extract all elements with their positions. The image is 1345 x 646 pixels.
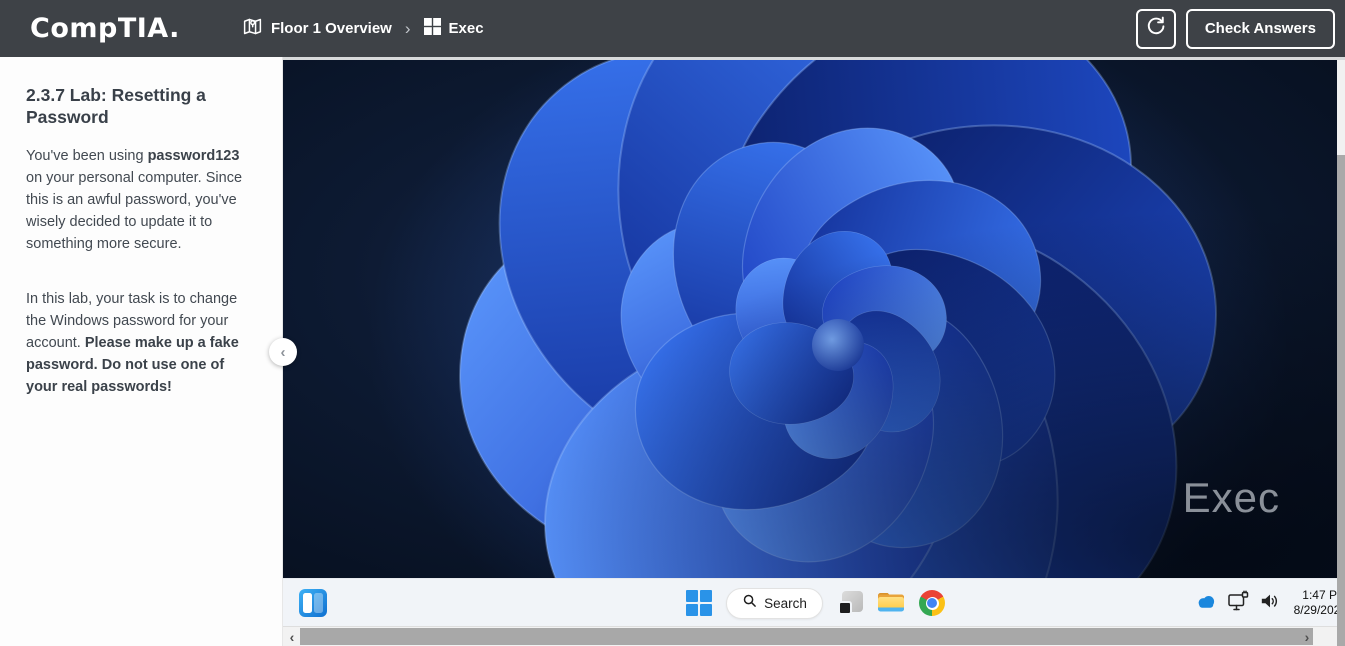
chevron-left-icon: ‹ [281, 345, 286, 360]
header-actions: Check Answers [1136, 9, 1335, 49]
widgets-icon [314, 593, 323, 613]
windows-start-icon [700, 604, 712, 616]
vertical-scrollbar-thumb[interactable] [1337, 155, 1345, 646]
chrome-button[interactable] [919, 590, 945, 616]
header-divider [283, 57, 1345, 60]
start-button[interactable] [686, 590, 712, 616]
tray-time: 1:47 PM [1302, 588, 1337, 603]
breadcrumb-exec[interactable]: Exec [424, 18, 484, 39]
windows-taskbar: Search [283, 578, 1337, 626]
lab-paragraph-2: In this lab, your task is to change the … [26, 288, 258, 398]
check-answers-label: Check Answers [1205, 20, 1316, 37]
windows-start-icon [686, 604, 698, 616]
refresh-icon [1145, 15, 1167, 42]
windows-bloom-wallpaper [283, 60, 1337, 578]
top-header-bar: CompTIA. Floor 1 Overview › [0, 0, 1345, 57]
machine-name-watermark: Exec [1183, 474, 1280, 522]
network-icon[interactable] [1226, 590, 1250, 617]
refresh-button[interactable] [1136, 9, 1176, 49]
horizontal-scrollbar-thumb[interactable] [300, 628, 1313, 645]
breadcrumb: Floor 1 Overview › Exec [242, 16, 484, 41]
tray-date: 8/29/2025 [1294, 603, 1337, 618]
horizontal-scrollbar[interactable]: ‹ › [283, 626, 1337, 646]
windows-icon [424, 18, 441, 39]
onedrive-cloud-icon[interactable] [1195, 592, 1217, 615]
taskbar-search[interactable]: Search [726, 588, 823, 619]
widgets-icon [303, 593, 312, 613]
file-explorer-icon [877, 589, 905, 613]
widgets-button[interactable] [299, 589, 327, 617]
chrome-icon [927, 598, 937, 608]
windows-start-icon [686, 590, 698, 602]
volume-icon[interactable] [1259, 591, 1281, 616]
windows-start-icon [700, 590, 712, 602]
lab-environment: CompTIA. Floor 1 Overview › [0, 0, 1345, 646]
task-view-button[interactable] [837, 590, 863, 616]
sidebar-collapse-button[interactable]: ‹ [269, 338, 297, 366]
vertical-scrollbar[interactable] [1337, 60, 1345, 646]
breadcrumb-label: Floor 1 Overview [271, 20, 392, 37]
system-tray: 1:47 PM 8/29/2025 [1195, 579, 1337, 626]
vm-stage: Exec Search [283, 60, 1337, 646]
scroll-left-arrow[interactable]: ‹ [283, 627, 301, 646]
comptia-logo: CompTIA. [30, 13, 180, 44]
lab-paragraph-1: You've been using password123 on your pe… [26, 145, 258, 255]
check-answers-button[interactable]: Check Answers [1186, 9, 1335, 49]
search-icon [742, 593, 757, 613]
search-label: Search [764, 596, 807, 611]
windows-desktop-screen[interactable]: Exec [283, 60, 1337, 578]
breadcrumb-separator-icon: › [403, 19, 413, 39]
task-view-icon [838, 601, 852, 615]
taskbar-center-icons: Search [686, 579, 945, 626]
map-icon [242, 16, 263, 41]
lab-title: 2.3.7 Lab: Resetting a Password [26, 85, 258, 129]
scroll-right-arrow[interactable]: › [1299, 627, 1315, 646]
breadcrumb-floor-overview[interactable]: Floor 1 Overview [242, 16, 392, 41]
lab-instructions-panel: 2.3.7 Lab: Resetting a Password You've b… [0, 57, 283, 646]
taskbar-clock[interactable]: 1:47 PM 8/29/2025 [1294, 588, 1337, 618]
breadcrumb-label: Exec [449, 20, 484, 37]
file-explorer-button[interactable] [877, 589, 905, 618]
